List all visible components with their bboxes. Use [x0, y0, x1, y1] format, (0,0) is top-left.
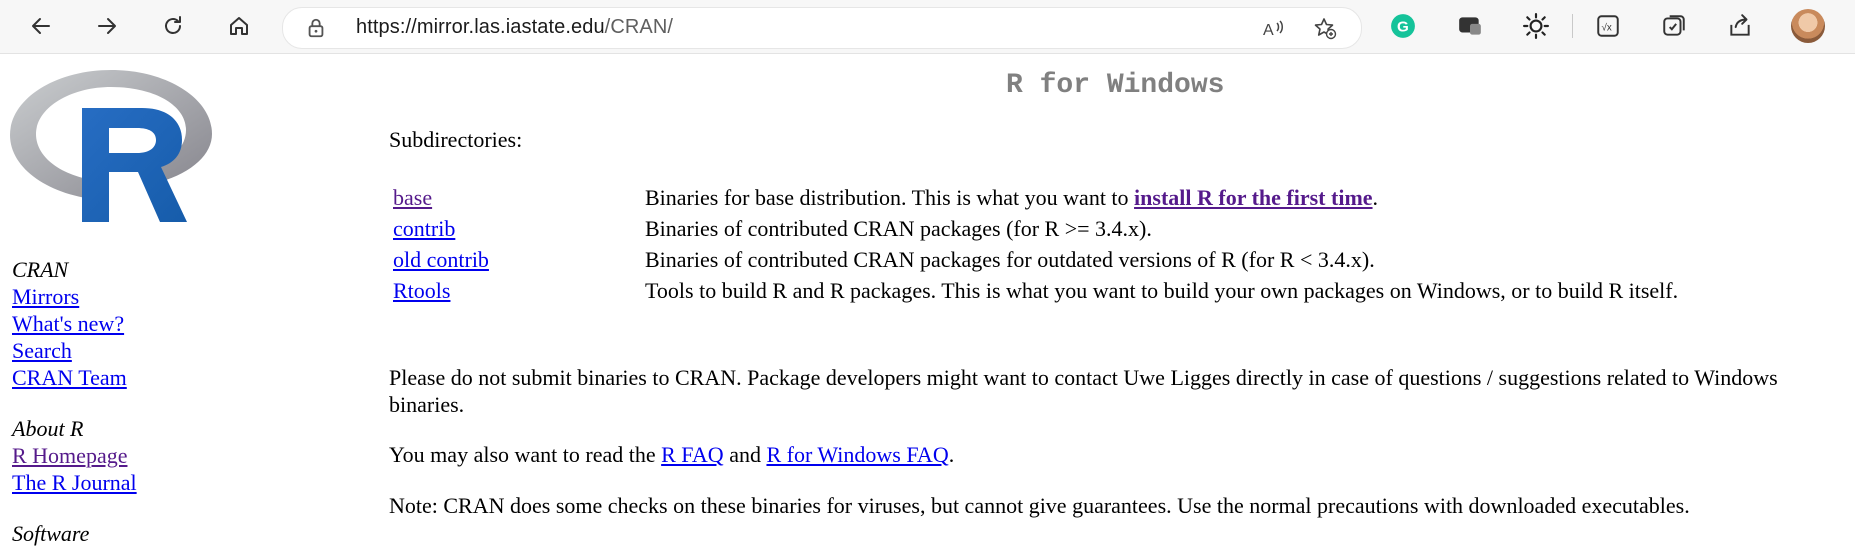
faq-text-pre: You may also want to read the: [389, 442, 662, 467]
contrib-link[interactable]: contrib: [393, 216, 455, 241]
refresh-button[interactable]: [155, 8, 191, 44]
math-solver-icon[interactable]: √x: [1593, 11, 1623, 41]
table-row: Rtools Tools to build R and R packages. …: [389, 275, 1805, 306]
subdirectories-label: Subdirectories:: [389, 126, 522, 153]
r-faq-link[interactable]: R FAQ: [661, 442, 724, 467]
table-row: old contrib Binaries of contributed CRAN…: [389, 244, 1805, 275]
url-text[interactable]: https://mirror.las.iastate.edu/CRAN/: [356, 16, 673, 39]
home-icon: [230, 17, 248, 35]
svg-text:G: G: [1397, 18, 1409, 35]
browser-toolbar: https://mirror.las.iastate.edu/CRAN/ A G…: [0, 0, 1855, 54]
sidebar-heading-software: Software: [12, 521, 90, 546]
sidebar-link-mirrors[interactable]: Mirrors: [12, 283, 137, 310]
faq-text-post: .: [948, 442, 955, 467]
subdirectories-table: base Binaries for base distribution. Thi…: [389, 182, 1805, 306]
url-path: /CRAN/: [604, 16, 674, 38]
sidebar-link-r-homepage[interactable]: R Homepage: [12, 442, 137, 469]
install-first-time-link[interactable]: install R for the first time: [1134, 185, 1373, 210]
faq-text-mid: and: [723, 442, 767, 467]
table-row: contrib Binaries of contributed CRAN pac…: [389, 213, 1805, 244]
share-icon[interactable]: [1725, 11, 1755, 41]
address-bar[interactable]: https://mirror.las.iastate.edu/CRAN/ A: [282, 7, 1362, 49]
grammarly-icon[interactable]: G: [1388, 11, 1418, 41]
toolbar-separator: [1572, 14, 1573, 38]
svg-text:A: A: [1263, 22, 1274, 39]
sidebar-link-cran-team[interactable]: CRAN Team: [12, 364, 137, 391]
arrow-left-icon: [32, 18, 50, 34]
sidebar: CRAN Mirrors What's new? Search CRAN Tea…: [12, 256, 137, 547]
svg-text:√x: √x: [1602, 22, 1612, 33]
base-description: Binaries for base distribution. This is …: [645, 185, 1135, 210]
home-button[interactable]: [221, 8, 257, 44]
row-name-cell: contrib: [389, 213, 641, 244]
back-button[interactable]: [23, 8, 59, 44]
read-aloud-icon[interactable]: A: [1261, 16, 1285, 40]
faq-paragraph: You may also want to read the R FAQ and …: [389, 441, 1819, 468]
sidebar-heading-cran: CRAN: [12, 257, 69, 282]
binaries-notice: Please do not submit binaries to CRAN. P…: [389, 365, 1778, 417]
sun-extension-icon[interactable]: [1521, 11, 1551, 41]
table-row: base Binaries for base distribution. Thi…: [389, 182, 1805, 213]
base-description-end: .: [1372, 185, 1379, 210]
sidebar-link-r-journal[interactable]: The R Journal: [12, 469, 137, 496]
add-favorite-icon[interactable]: [1313, 16, 1337, 40]
collections-icon[interactable]: [1659, 11, 1689, 41]
old-contrib-link[interactable]: old contrib: [393, 247, 489, 272]
forward-button[interactable]: [89, 8, 125, 44]
arrow-right-icon: [98, 18, 116, 34]
r-windows-faq-link[interactable]: R for Windows FAQ: [766, 442, 948, 467]
row-name-cell: old contrib: [389, 244, 641, 275]
contrib-description: Binaries of contributed CRAN packages (f…: [645, 216, 1152, 241]
row-name-cell: Rtools: [389, 275, 641, 306]
page-title: R for Windows: [1006, 70, 1225, 101]
base-link[interactable]: base: [393, 185, 432, 210]
rtools-description: Tools to build R and R packages. This is…: [645, 278, 1679, 303]
virus-note: Note: CRAN does some checks on these bin…: [389, 493, 1690, 518]
sidebar-link-search[interactable]: Search: [12, 337, 137, 364]
subdirectories-text: Subdirectories:: [389, 127, 523, 152]
rtools-link[interactable]: Rtools: [393, 278, 450, 303]
row-name-cell: base: [389, 182, 641, 213]
url-host: https://mirror.las.iastate.edu: [356, 16, 605, 38]
sidebar-link-whats-new[interactable]: What's new?: [12, 310, 137, 337]
profile-avatar[interactable]: [1791, 9, 1825, 43]
refresh-icon: [165, 16, 181, 34]
sidebar-heading-about-r: About R: [12, 416, 84, 441]
old-contrib-description: Binaries of contributed CRAN packages fo…: [645, 247, 1375, 272]
row-desc-cell: Binaries for base distribution. This is …: [641, 182, 1805, 213]
extension-icon[interactable]: [1455, 11, 1485, 41]
r-logo: [10, 70, 212, 222]
lock-icon[interactable]: [305, 17, 327, 39]
